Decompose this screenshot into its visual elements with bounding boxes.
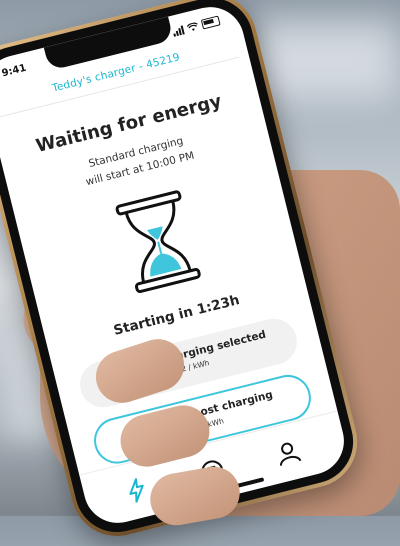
wifi-icon bbox=[186, 22, 198, 31]
battery-icon bbox=[200, 15, 221, 30]
profile-icon[interactable] bbox=[271, 436, 305, 470]
status-time: 9:41 bbox=[0, 62, 28, 80]
background-light bbox=[250, 20, 400, 100]
status-icons bbox=[172, 15, 221, 37]
signal-icon bbox=[172, 24, 185, 37]
hourglass-icon bbox=[115, 190, 201, 294]
lightning-icon[interactable] bbox=[120, 473, 154, 507]
